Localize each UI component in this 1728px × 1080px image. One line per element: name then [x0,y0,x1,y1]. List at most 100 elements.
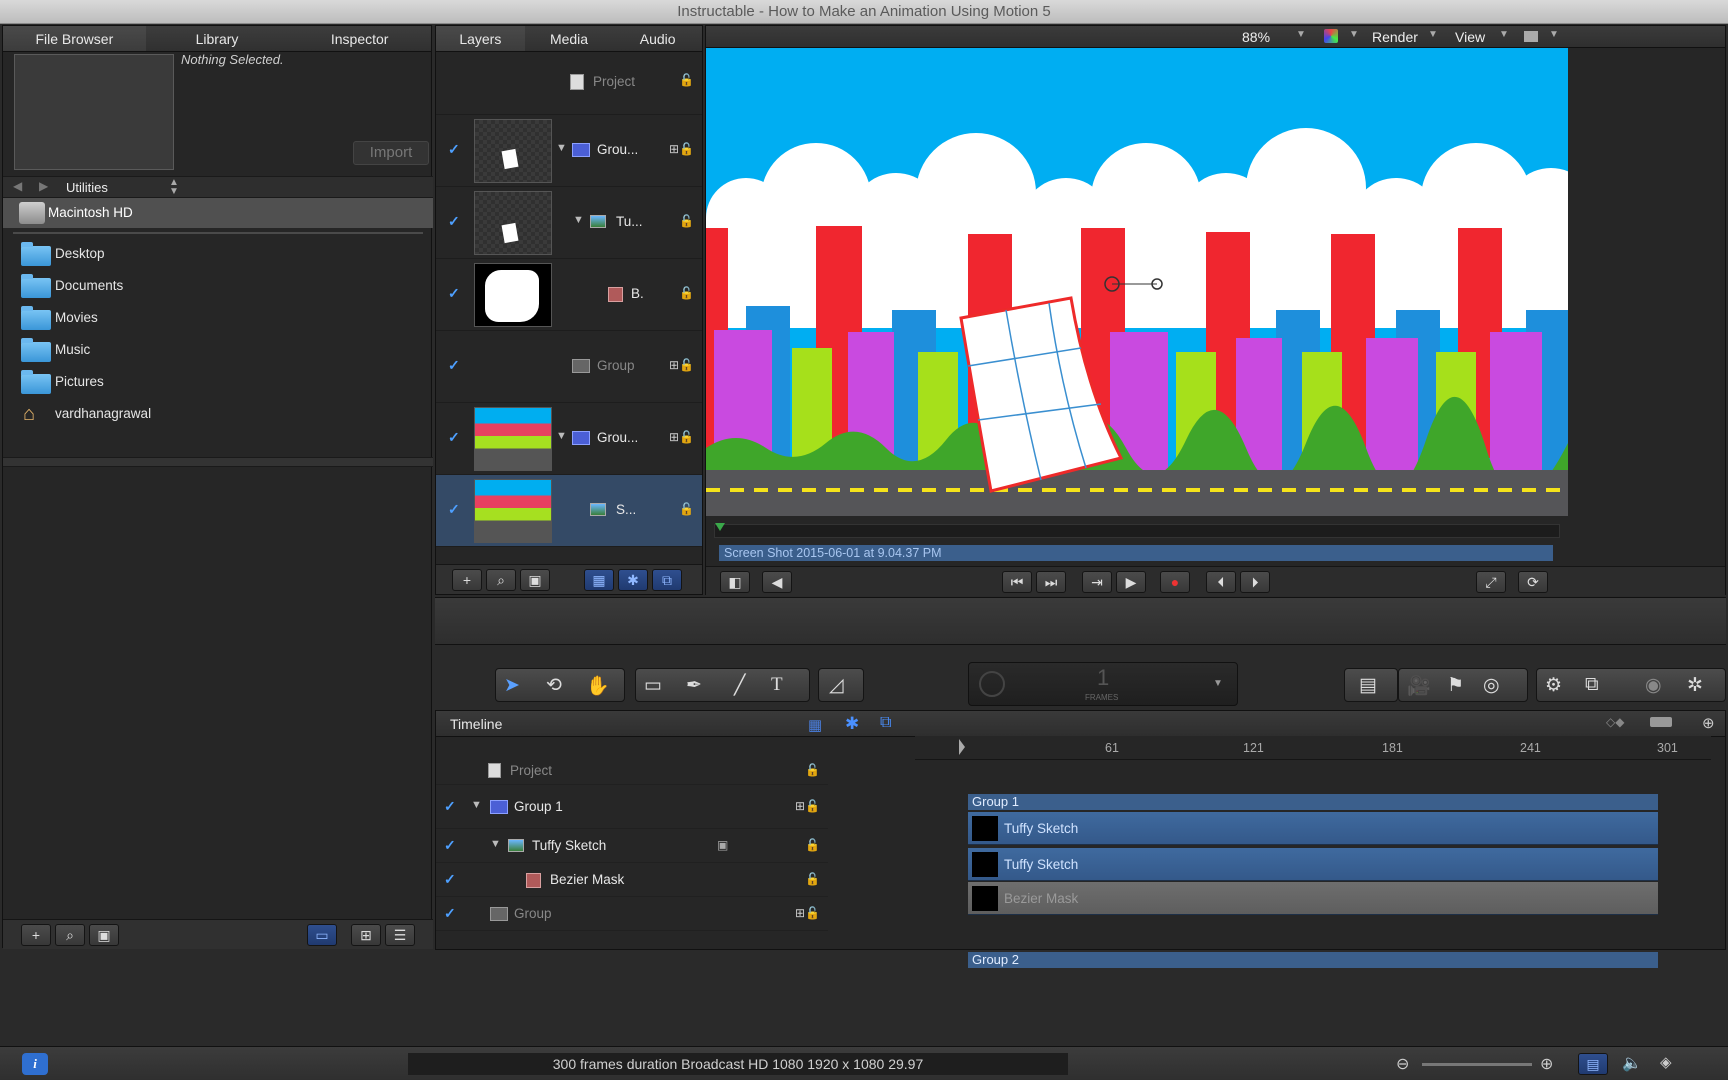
show-behaviors-icon[interactable]: ✱ [618,569,648,591]
sidebar-item-movies[interactable]: Movies [3,302,433,334]
preview-icon[interactable]: ▣ [520,569,550,591]
layer-row-screen-shot[interactable]: ✓ S... 🔓 [436,475,702,547]
lock-icon[interactable]: 🔓 [679,286,694,300]
show-thumbnails-icon[interactable]: ▦ [584,569,614,591]
mute-icon[interactable]: ◀ [762,571,792,593]
visibility-checkbox[interactable]: ✓ [448,286,461,300]
track-group-1[interactable]: Group 1 [968,794,1658,810]
track-tuffy-sketch-1[interactable]: Tuffy Sketch [968,812,1658,845]
view-layout-icon[interactable] [1524,31,1538,42]
tab-audio[interactable]: Audio [613,26,702,51]
zoom-out-icon[interactable]: ⊖ [1396,1054,1409,1074]
disclosure-triangle-icon[interactable]: ▼ [556,142,567,154]
layer-row-group-1[interactable]: ✓ ▼ Grou... ⊞🔓 [436,115,702,187]
disclosure-triangle-icon[interactable]: ▼ [573,214,584,226]
go-to-end-icon[interactable]: ⏭ [1036,571,1066,593]
step-frame-icon[interactable]: ⇥ [1082,571,1112,593]
timeline-row-project[interactable]: Project 🔓 [436,757,828,785]
show-behaviors-icon[interactable]: ✱ [845,714,859,734]
disclosure-triangle-icon[interactable]: ▼ [471,799,482,811]
show-masks-icon[interactable]: ⧉ [652,569,682,591]
previous-keyframe-icon[interactable]: ⏴ [1206,571,1236,593]
rectangle-icon[interactable]: ▭ [644,674,662,697]
next-keyframe-icon[interactable]: ⏵ [1240,571,1270,593]
visibility-checkbox[interactable]: ✓ [444,838,457,852]
list-view-icon[interactable]: ☰ [385,924,415,946]
layer-row-group-2[interactable]: ✓ ▼ Grou... ⊞🔓 [436,403,702,475]
select-arrow-icon[interactable]: ➤ [504,674,520,697]
canvas-viewer[interactable] [706,48,1568,516]
visibility-checkbox[interactable]: ✓ [448,142,461,156]
fullscreen-icon[interactable]: ⤢ [1476,571,1506,593]
layer-row-group[interactable]: ✓ Group ⊞🔓 [436,331,702,403]
search-icon[interactable]: ⌕ [55,924,85,946]
sidebar-item-pictures[interactable]: Pictures [3,366,433,398]
go-to-start-icon[interactable]: ⏮ [1002,571,1032,593]
tab-inspector[interactable]: Inspector [288,26,431,51]
drive-row[interactable]: Macintosh HD [3,198,433,228]
timeline-row-tuffy-sketch[interactable]: ✓ ▼ Tuffy Sketch ▣ 🔓 [436,829,828,863]
split-divider[interactable] [3,457,433,467]
zoom-slider[interactable] [1422,1063,1532,1066]
sidebar-item-home[interactable]: ⌂ vardhanagrawal [3,398,433,430]
tab-layers[interactable]: Layers [436,26,525,51]
3d-transform-icon[interactable]: ⟲ [546,674,562,697]
visibility-checkbox[interactable]: ✓ [448,358,461,372]
loop-icon[interactable]: ⟳ [1518,571,1548,593]
back-arrow-icon[interactable]: ◀ [13,179,22,193]
light-icon[interactable]: ⚑ [1447,674,1464,697]
zoom-in-icon[interactable]: ⊕ [1702,714,1715,732]
generator-icon[interactable]: ◎ [1483,674,1500,697]
disclosure-triangle-icon[interactable]: ▼ [556,430,567,442]
lock-icon[interactable]: ⊞🔓 [669,142,694,156]
track-group-2[interactable]: Group 2 [968,952,1658,968]
lock-icon[interactable]: ⊞🔓 [669,358,694,372]
mask-tool-icon[interactable]: ◿ [829,674,844,697]
filters-icon[interactable]: ⧉ [1585,674,1599,696]
paint-stroke-icon[interactable]: ╱ [734,674,745,697]
preview-icon[interactable]: ▣ [89,924,119,946]
playhead-marker-icon[interactable] [959,739,965,755]
add-layer-icon[interactable]: + [452,569,482,591]
visibility-checkbox[interactable]: ✓ [448,430,461,444]
view-menu[interactable]: View [1455,29,1485,45]
safe-zones-icon[interactable]: ▤ [1359,674,1377,697]
play-icon[interactable]: ▶ [1116,571,1146,593]
lock-icon[interactable]: 🔓 [679,214,694,228]
layer-row-bezier-mask[interactable]: ✓ B. 🔓 [436,259,702,331]
lock-icon[interactable]: ⊞🔓 [795,799,820,813]
tab-file-browser[interactable]: File Browser [3,26,146,51]
record-icon[interactable]: ● [1160,571,1190,593]
keyframes-icon[interactable]: ◈ [1660,1053,1672,1071]
add-icon[interactable]: + [21,924,51,946]
import-button[interactable]: Import [353,141,429,165]
frame-display[interactable]: 1 FRAMES ▼ [968,662,1238,706]
replicator-icon[interactable]: ◉ [1645,674,1662,697]
location-popup[interactable]: Utilities [66,180,108,195]
mini-clip-bar[interactable]: Screen Shot 2015-06-01 at 9.04.37 PM [719,545,1553,561]
visibility-checkbox[interactable]: ✓ [444,872,457,886]
tab-media[interactable]: Media [525,26,614,51]
show-masks-icon[interactable]: ⧉ [880,714,891,732]
info-icon[interactable]: i [22,1053,48,1075]
visibility-checkbox[interactable]: ✓ [444,799,457,813]
lock-icon[interactable]: 🔓 [679,73,694,87]
text-icon[interactable]: T [771,674,783,696]
tab-library[interactable]: Library [146,26,289,51]
speaker-icon[interactable]: 🔈 [1622,1053,1642,1073]
timeline-row-group-1[interactable]: ✓ ▼ Group 1 ⊞🔓 [436,785,828,829]
particles-icon[interactable]: ✲ [1687,674,1703,697]
gear-icon[interactable]: ⚙ [1545,674,1562,697]
mini-timeline[interactable] [714,523,1560,538]
pan-hand-icon[interactable]: ✋ [586,674,610,698]
layer-row-project[interactable]: Project 🔓 [436,53,702,115]
show-thumbnails-icon[interactable]: ▦ [808,716,822,734]
timeline-row-group[interactable]: ✓ Group ⊞🔓 [436,897,828,931]
track-bezier-mask[interactable]: Bezier Mask [968,882,1658,915]
disclosure-triangle-icon[interactable]: ▼ [490,838,501,850]
zoom-popup[interactable]: 88% [1242,29,1270,45]
timeline-row-bezier-mask[interactable]: ✓ Bezier Mask 🔓 [436,863,828,897]
playhead-icon[interactable] [715,523,725,531]
save-icon[interactable]: ▤ [1578,1053,1608,1075]
keyframe-nav-icon[interactable]: ◇◆ [1606,715,1624,729]
